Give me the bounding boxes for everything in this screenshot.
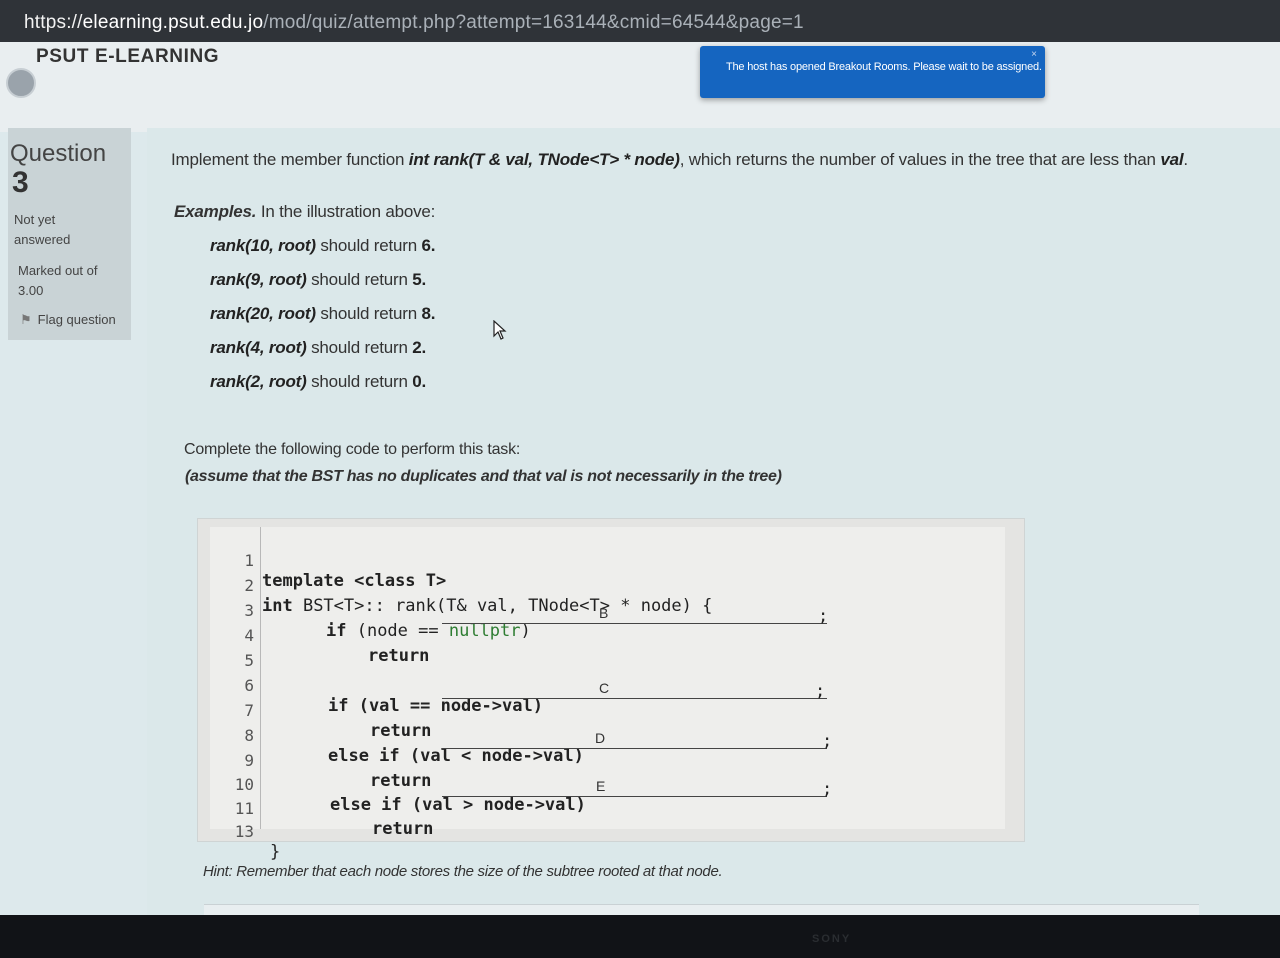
url-scheme: https://: [24, 12, 83, 33]
example-result: 5.: [412, 270, 427, 289]
question-text: Implement the member function int rank(T…: [171, 150, 1261, 170]
keyword: if: [326, 621, 347, 641]
code-text: BST<T>:: rank(T& val, TNode<T> * node) {: [292, 596, 713, 616]
semicolon: ;: [818, 606, 829, 626]
question-middle: , which returns the number of values in …: [679, 150, 1156, 169]
examples-label: Examples.: [174, 202, 257, 221]
code-text: else if (val > node->val): [330, 795, 586, 815]
monitor-bezel: SONY: [0, 915, 1280, 958]
example-text: should return: [311, 372, 408, 391]
question-end: .: [1183, 150, 1188, 169]
return-keyword: return: [370, 771, 432, 791]
url-path: /mod/quiz/attempt.php?attempt=163144&cmi…: [263, 12, 804, 33]
examples-rest: In the illustration above:: [260, 202, 436, 221]
breakout-notification: The host has opened Breakout Rooms. Plea…: [700, 46, 1045, 98]
blank-b-input[interactable]: [442, 623, 827, 624]
blank-label: E: [596, 778, 606, 794]
example-result: 8.: [421, 304, 436, 323]
code-line: 11 return E ;: [210, 778, 833, 839]
hint-text: Hint: Remember that each node stores the…: [203, 863, 723, 880]
url-host: elearning.psut.edu.jo: [82, 12, 264, 33]
flag-icon: ⚑: [20, 312, 32, 327]
question-marks: Marked out of 3.00: [18, 263, 98, 298]
nullptr-literal: nullptr: [448, 621, 521, 641]
notification-message: The host has opened Breakout Rooms. Plea…: [726, 61, 1042, 73]
close-icon[interactable]: ×: [1031, 49, 1037, 60]
code-text: <class T>: [343, 571, 447, 591]
function-signature: int rank(T & val, TNode<T> * node): [408, 150, 680, 169]
example-text: should return: [311, 270, 408, 289]
code-line: 1 template <class T>: [210, 531, 446, 591]
question-intro: Implement the member function: [171, 150, 405, 169]
mouse-pointer-icon: [493, 320, 507, 340]
code-block: 1 template <class T> 2 int BST<T>:: rank…: [197, 518, 1025, 862]
example-call: rank(2, root): [210, 372, 307, 391]
examples-heading: Examples. In the illustration above:: [174, 202, 435, 222]
blank-label: D: [595, 730, 606, 746]
instructions-text: Complete the following code to perform t…: [184, 441, 521, 458]
example-item: rank(9, root) should return 5.: [210, 270, 435, 304]
example-result: 2.: [412, 338, 427, 357]
blank-label: C: [599, 680, 610, 696]
semicolon: ;: [822, 731, 833, 751]
line-number: 13: [234, 822, 254, 841]
example-call: rank(10, root): [210, 236, 316, 255]
blank-label: B: [599, 605, 609, 621]
code-line: 13 }: [210, 802, 312, 862]
question-label: Question: [10, 140, 107, 167]
flag-question-link[interactable]: ⚑ Flag question: [20, 312, 116, 328]
assumption-text: (assume that the BST has no duplicates a…: [185, 468, 782, 485]
code-line: 6 if (val == node->val): [210, 656, 543, 716]
example-item: rank(20, root) should return 8.: [210, 304, 436, 338]
question-val: val: [1160, 150, 1184, 169]
code-line: 8 else if (val < node->val): [210, 706, 584, 766]
example-call: rank(4, root): [210, 338, 307, 357]
answer-field[interactable]: [204, 904, 1199, 915]
code-line: 2 int BST<T>:: rank(T& val, TNode<T> * n…: [210, 556, 712, 616]
blank-d-input[interactable]: [442, 748, 827, 749]
code-line: 9 return D ;: [210, 730, 832, 791]
site-header: PSUT E-LEARNING: [0, 42, 1280, 132]
site-name[interactable]: PSUT E-LEARNING: [36, 46, 219, 68]
browser-address-bar[interactable]: https://elearning.psut.edu.jo/mod/quiz/a…: [0, 0, 1280, 42]
example-item: rank(4, root) should return 2.: [210, 338, 435, 372]
monitor-brand-logo: SONY: [812, 933, 852, 945]
semicolon: ;: [815, 681, 826, 701]
avatar[interactable]: [6, 68, 36, 98]
example-call: rank(20, root): [210, 304, 316, 323]
example-result: 0.: [412, 372, 427, 391]
code-line: 10 else if (val > node->val): [210, 755, 586, 815]
question-number: 3: [12, 166, 29, 199]
url-text[interactable]: https://elearning.psut.edu.jo/mod/quiz/a…: [24, 12, 804, 34]
flag-question-label: Flag question: [37, 312, 116, 327]
code-line: 7 return C ;: [210, 680, 827, 741]
semicolon: ;: [822, 779, 833, 799]
code-line: 5: [210, 631, 312, 670]
example-text: should return: [311, 338, 408, 357]
code-line: 3 if (node == nullptr): [210, 581, 530, 641]
blank-e-input[interactable]: [442, 796, 827, 797]
code-area: 1 template <class T> 2 int BST<T>:: rank…: [210, 527, 1005, 862]
monitor-screen: https://elearning.psut.edu.jo/mod/quiz/a…: [0, 0, 1280, 915]
question-status: Not yet answered: [14, 212, 71, 247]
return-keyword: return: [372, 819, 434, 839]
question-info-panel: Question 3 Not yet answered Marked out o…: [8, 128, 131, 340]
code-text: ): [520, 621, 531, 641]
code-text: else if (val < node->val): [328, 746, 584, 766]
question-content: Implement the member function int rank(T…: [147, 128, 1280, 915]
code-line: 4 return B ;: [210, 605, 828, 666]
example-text: should return: [320, 304, 418, 323]
example-item: rank(2, root) should return 0.: [210, 372, 435, 406]
return-keyword: return: [368, 646, 430, 666]
return-keyword: return: [370, 721, 432, 741]
examples-list: rank(10, root) should return 6. rank(9, …: [210, 236, 436, 406]
code-text: }: [270, 842, 281, 862]
code-text: (node ==: [346, 621, 449, 641]
example-result: 6.: [421, 236, 436, 255]
code-text: if (val == node->val): [328, 696, 543, 716]
blank-c-input[interactable]: [442, 698, 827, 699]
example-item: rank(10, root) should return 6.: [210, 236, 436, 270]
example-text: should return: [320, 236, 418, 255]
example-call: rank(9, root): [210, 270, 307, 289]
